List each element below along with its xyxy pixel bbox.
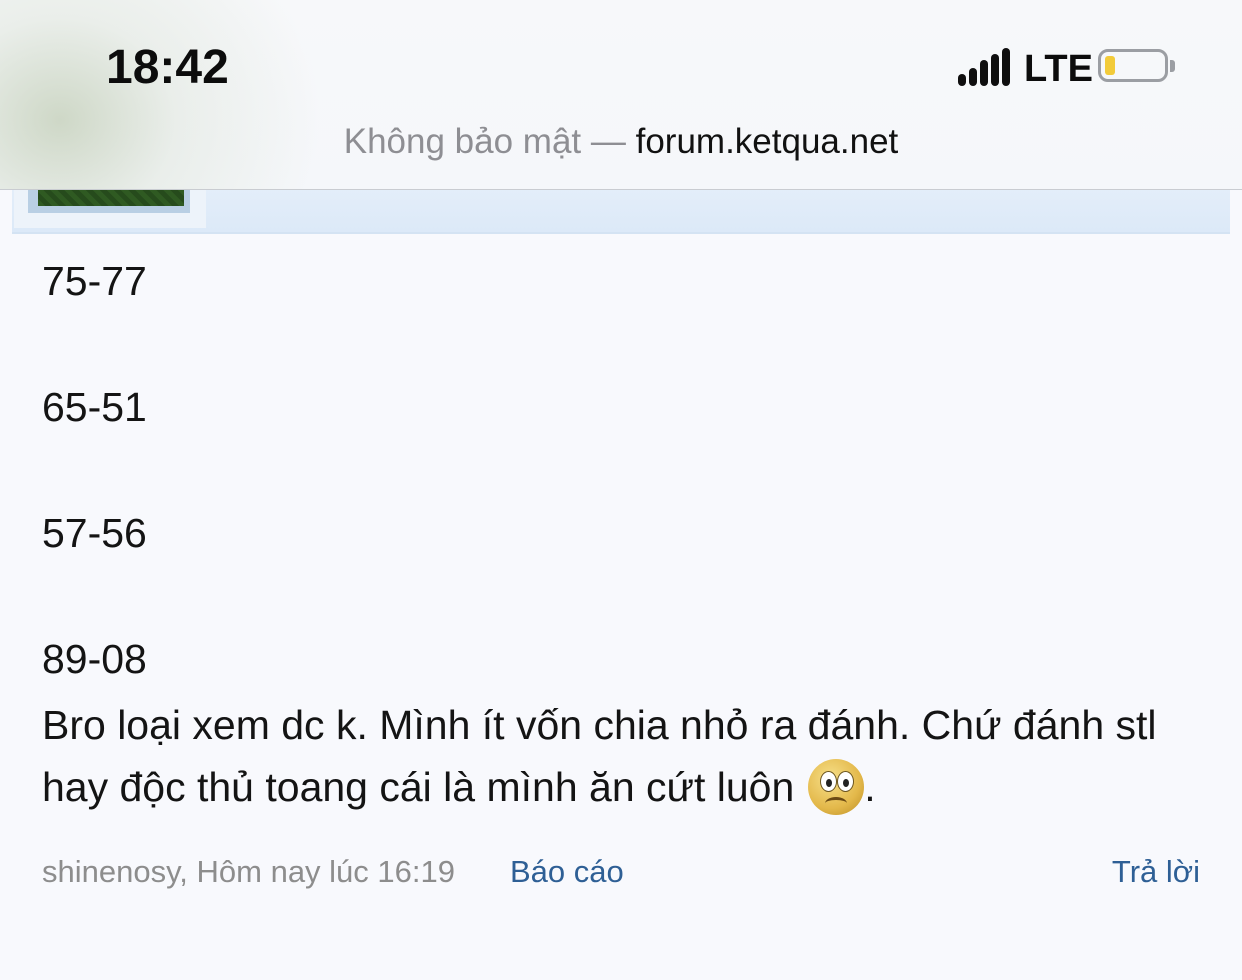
battery-low-icon [1098, 49, 1168, 82]
report-link[interactable]: Báo cáo [510, 852, 624, 892]
battery-tip [1170, 60, 1175, 72]
address-bar[interactable]: Không bảo mật — forum.ketqua.net [0, 120, 1242, 164]
status-time: 18:42 [106, 41, 229, 94]
address-domain: forum.ketqua.net [635, 122, 899, 161]
reply-link[interactable]: Trả lời [1112, 852, 1200, 892]
worried-face-icon [808, 759, 865, 815]
address-separator: — [590, 122, 626, 161]
signal-bars-icon [958, 48, 1012, 86]
number-line-3: 57-56 [42, 510, 147, 556]
number-line-1: 75-77 [42, 258, 147, 304]
number-line-2: 65-51 [42, 384, 147, 430]
post-message: Bro loại xem dc k. Mình ít vốn chia nhỏ … [42, 694, 1202, 818]
message-end: . [864, 764, 876, 810]
post-author-time[interactable]: shinenosy, Hôm nay lúc 16:19 [42, 852, 455, 892]
number-line-4: 89-08 [42, 636, 147, 682]
browser-top-bar: 18:42 LTE Không bảo mật — forum.ketqua.n… [0, 0, 1242, 190]
battery-fill [1105, 56, 1115, 75]
security-status: Không bảo mật [343, 122, 582, 161]
network-type: LTE [1024, 48, 1093, 90]
message-text: Bro loại xem dc k. Mình ít vốn chia nhỏ … [42, 702, 1157, 810]
